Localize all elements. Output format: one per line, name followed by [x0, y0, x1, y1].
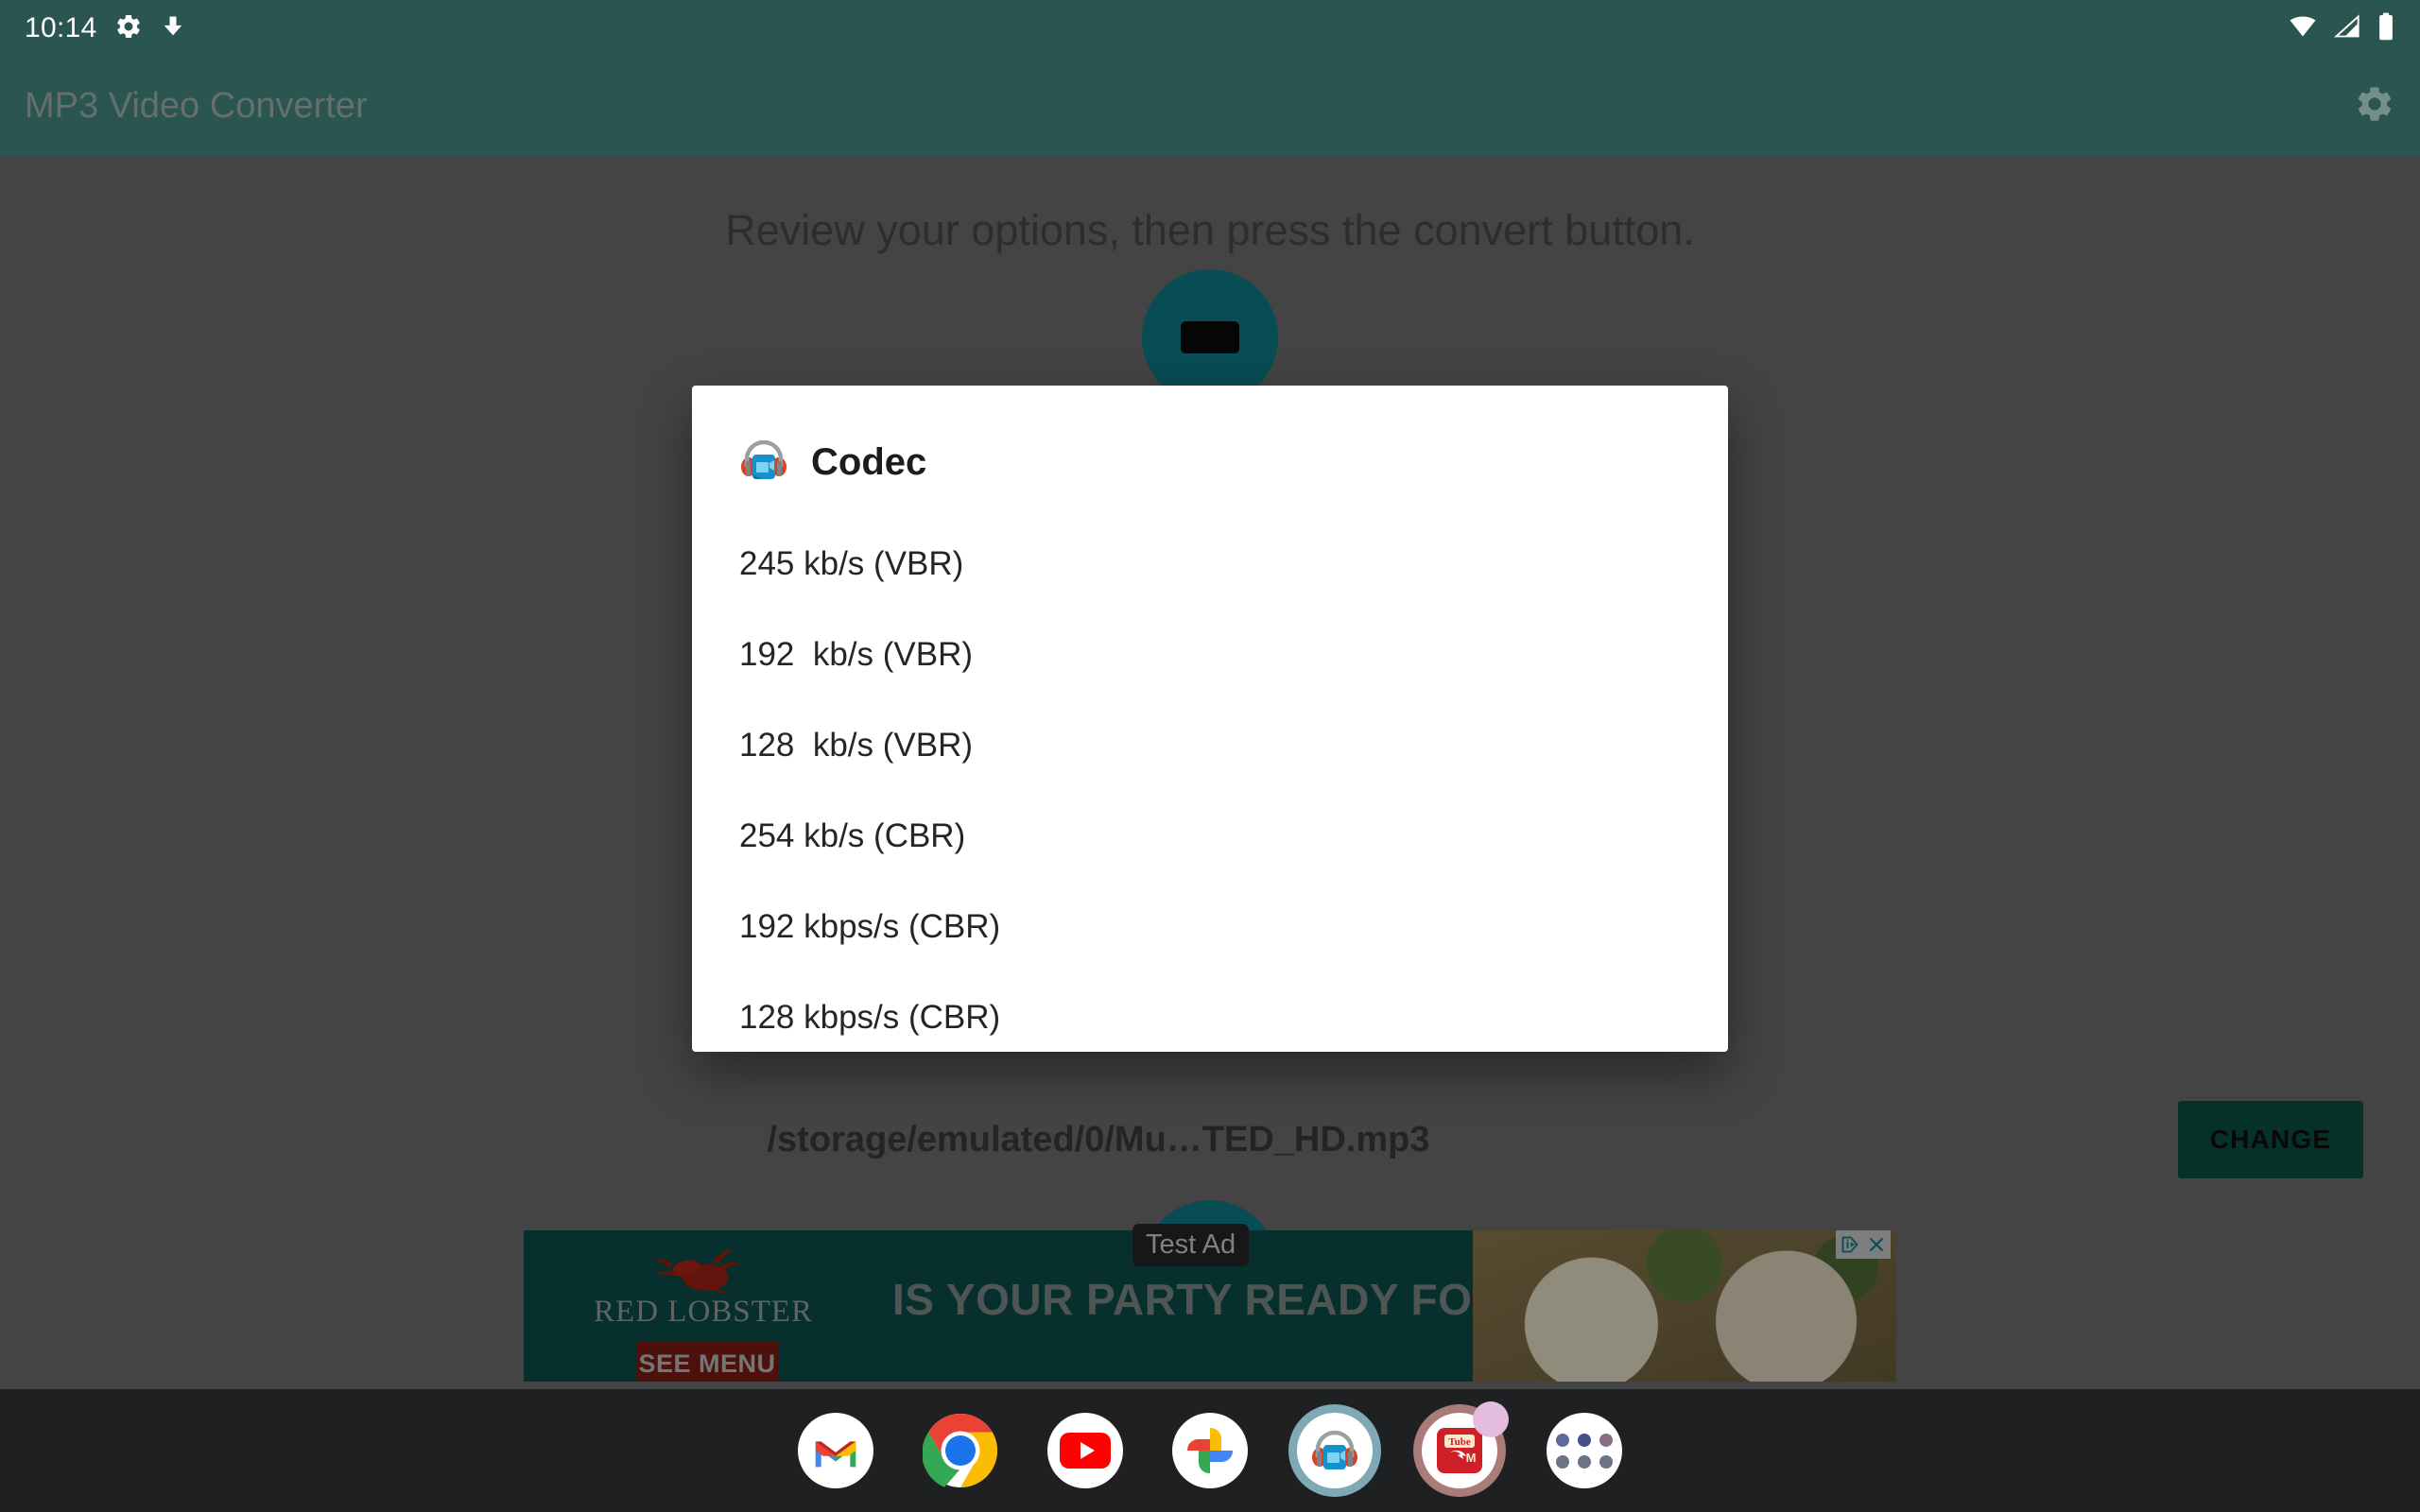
cell-signal-icon [2333, 13, 2361, 44]
see-menu-button[interactable]: SEE MENU [636, 1342, 778, 1382]
codec-option[interactable]: 254 kb/s (CBR) [692, 791, 1728, 882]
dock: Tube M [0, 1389, 2420, 1512]
status-bar-left: 10:14 [25, 12, 186, 45]
status-clock: 10:14 [25, 12, 97, 43]
dock-item-photos[interactable] [1172, 1413, 1248, 1488]
codec-option[interactable]: 192 kb/s (VBR) [692, 610, 1728, 700]
dialog-title: Codec [811, 441, 927, 483]
ad-brand-label: RED LOBSTER [594, 1295, 813, 1329]
ad-headline: IS YOUR PARTY READY FOR [892, 1275, 1505, 1324]
google-photos-icon [1187, 1428, 1233, 1473]
dialog-header: Codec [692, 386, 1728, 489]
dock-item-tubemate[interactable]: Tube M [1422, 1401, 1509, 1488]
headphones-video-icon [739, 437, 788, 489]
app-window: 10:14 MP3 Video Converter Review your op… [0, 0, 2420, 1389]
dock-item-app-drawer[interactable] [1547, 1413, 1622, 1488]
codec-option-list: 245 kb/s (VBR) 192 kb/s (VBR) 128 kb/s (… [692, 489, 1728, 1052]
battery-icon [2377, 12, 2395, 45]
app-bar: MP3 Video Converter [0, 57, 2420, 156]
output-path-label: /storage/emulated/0/Mu…TED_HD.mp3 [767, 1119, 1430, 1160]
close-icon[interactable] [1864, 1232, 1889, 1257]
ad-choices-controls [1836, 1230, 1891, 1259]
lobster-icon [654, 1248, 743, 1295]
settings-gear-icon[interactable] [2354, 83, 2395, 129]
app-drawer-icon [1556, 1433, 1613, 1469]
codec-option[interactable]: 192 kbps/s (CBR) [692, 882, 1728, 972]
svg-text:Tube: Tube [1448, 1436, 1471, 1448]
codec-option[interactable]: 128 kbps/s (CBR) [692, 972, 1728, 1052]
gear-icon [114, 12, 143, 45]
wifi-icon [2288, 13, 2318, 44]
status-bar: 10:14 [0, 0, 2420, 57]
test-ad-badge: Test Ad [1132, 1224, 1250, 1266]
instruction-headline: Review your options, then press the conv… [725, 206, 1695, 254]
youtube-icon [1060, 1433, 1111, 1469]
codec-dialog: Codec 245 kb/s (VBR) 192 kb/s (VBR) 128 … [692, 386, 1728, 1052]
headphones-video-icon [1312, 1430, 1357, 1469]
adchoices-icon[interactable] [1838, 1232, 1862, 1257]
output-row: /storage/emulated/0/Mu…TED_HD.mp3 CHANGE [0, 1101, 2420, 1178]
ad-logo-block: RED LOBSTER SEE MENU [576, 1238, 831, 1382]
ad-photo [1473, 1230, 1896, 1382]
page-title: MP3 Video Converter [25, 86, 368, 126]
dock-item-mp3-video-converter[interactable] [1297, 1413, 1373, 1488]
dock-item-gmail[interactable] [798, 1413, 873, 1488]
status-bar-right [2288, 12, 2395, 45]
codec-option[interactable]: 128 kb/s (VBR) [692, 700, 1728, 791]
tubemate-icon: Tube M [1437, 1428, 1482, 1473]
chrome-icon [923, 1414, 998, 1487]
gmail-icon [815, 1441, 856, 1468]
dock-item-youtube[interactable] [1047, 1413, 1123, 1488]
change-button[interactable]: CHANGE [2178, 1101, 2363, 1178]
codec-option[interactable]: 245 kb/s (VBR) [692, 519, 1728, 610]
download-icon [160, 13, 186, 44]
svg-text:M: M [1466, 1451, 1477, 1465]
convert-icon [1181, 321, 1239, 353]
dock-item-chrome[interactable] [923, 1413, 998, 1488]
notification-badge [1473, 1401, 1509, 1437]
